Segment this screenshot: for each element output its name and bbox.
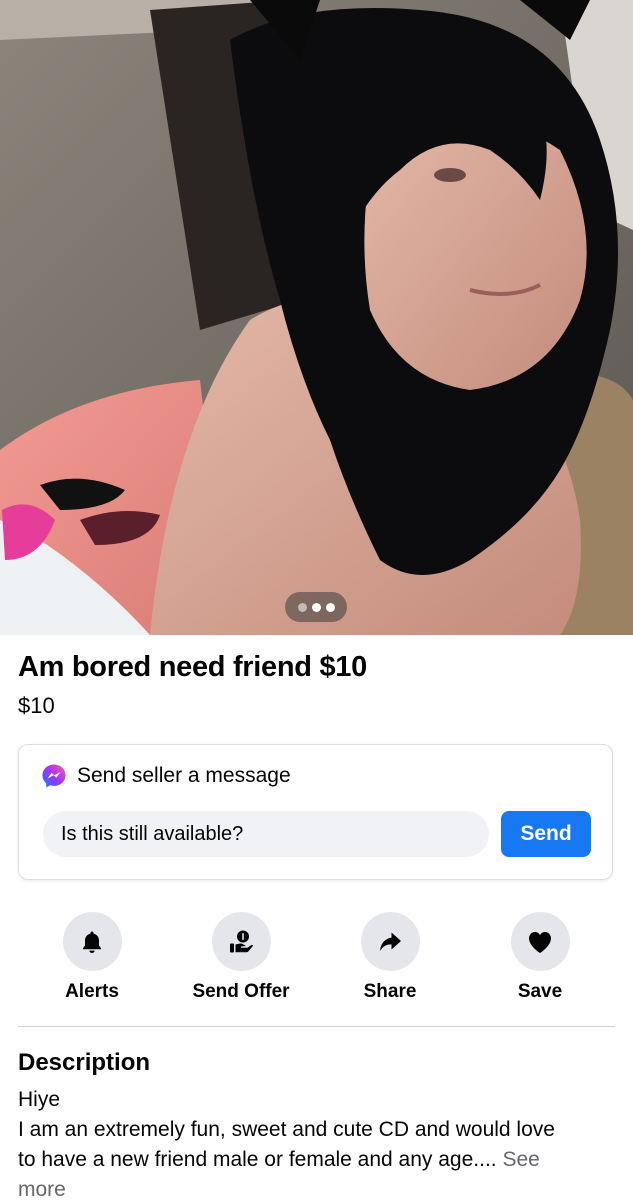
description-line: to have a new friend male or female and … (18, 1145, 618, 1175)
share-label: Share (363, 981, 417, 1002)
pager-dot (297, 602, 307, 612)
share-button[interactable]: Share (315, 912, 465, 1003)
save-label: Save (517, 981, 563, 1002)
description-heading: Description (18, 1049, 151, 1076)
description-text: to have a new friend male or female and … (18, 1148, 497, 1171)
see-more-link-continued[interactable]: more (18, 1175, 618, 1200)
description-line: Hiye (18, 1088, 61, 1111)
send-offer-button[interactable]: Send Offer (166, 912, 316, 1003)
share-arrow-icon (380, 932, 401, 951)
save-circle (510, 912, 570, 971)
heart-icon (529, 931, 551, 953)
listing-price: $10 (18, 693, 55, 718)
listing-photo-illustration (0, 0, 633, 635)
message-card-heading: Send seller a message (77, 764, 291, 787)
messenger-icon (42, 764, 66, 788)
send-offer-label: Send Offer (192, 981, 290, 1002)
see-more-link[interactable]: See (502, 1148, 539, 1171)
message-input[interactable] (43, 811, 489, 857)
save-button[interactable]: Save (465, 912, 615, 1003)
bell-icon (83, 931, 101, 953)
alerts-circle (62, 912, 122, 971)
send-offer-circle (211, 912, 271, 971)
description-line: I am an extremely fun, sweet and cute CD… (18, 1118, 555, 1141)
listing-title: Am bored need friend $10 (18, 651, 367, 683)
photo-pager[interactable] (285, 592, 347, 622)
share-circle (360, 912, 420, 971)
listing-actions: Alerts Send Offer Share Save (0, 912, 633, 1007)
pager-dot (325, 602, 335, 612)
alerts-label: Alerts (65, 981, 119, 1002)
message-card-header: Send seller a message (41, 763, 291, 789)
listing-photo[interactable] (0, 0, 633, 635)
section-divider (18, 1026, 615, 1027)
pager-dot-active (311, 602, 321, 612)
offer-icon (230, 930, 253, 952)
send-button[interactable]: Send (501, 811, 591, 857)
marketplace-listing-page: Am bored need friend $10 $10 Send seller… (0, 0, 633, 1200)
description-body: Hiye I am an extremely fun, sweet and cu… (18, 1085, 618, 1200)
message-seller-card: Send seller a message Send (18, 744, 613, 880)
alerts-button[interactable]: Alerts (17, 912, 167, 1003)
